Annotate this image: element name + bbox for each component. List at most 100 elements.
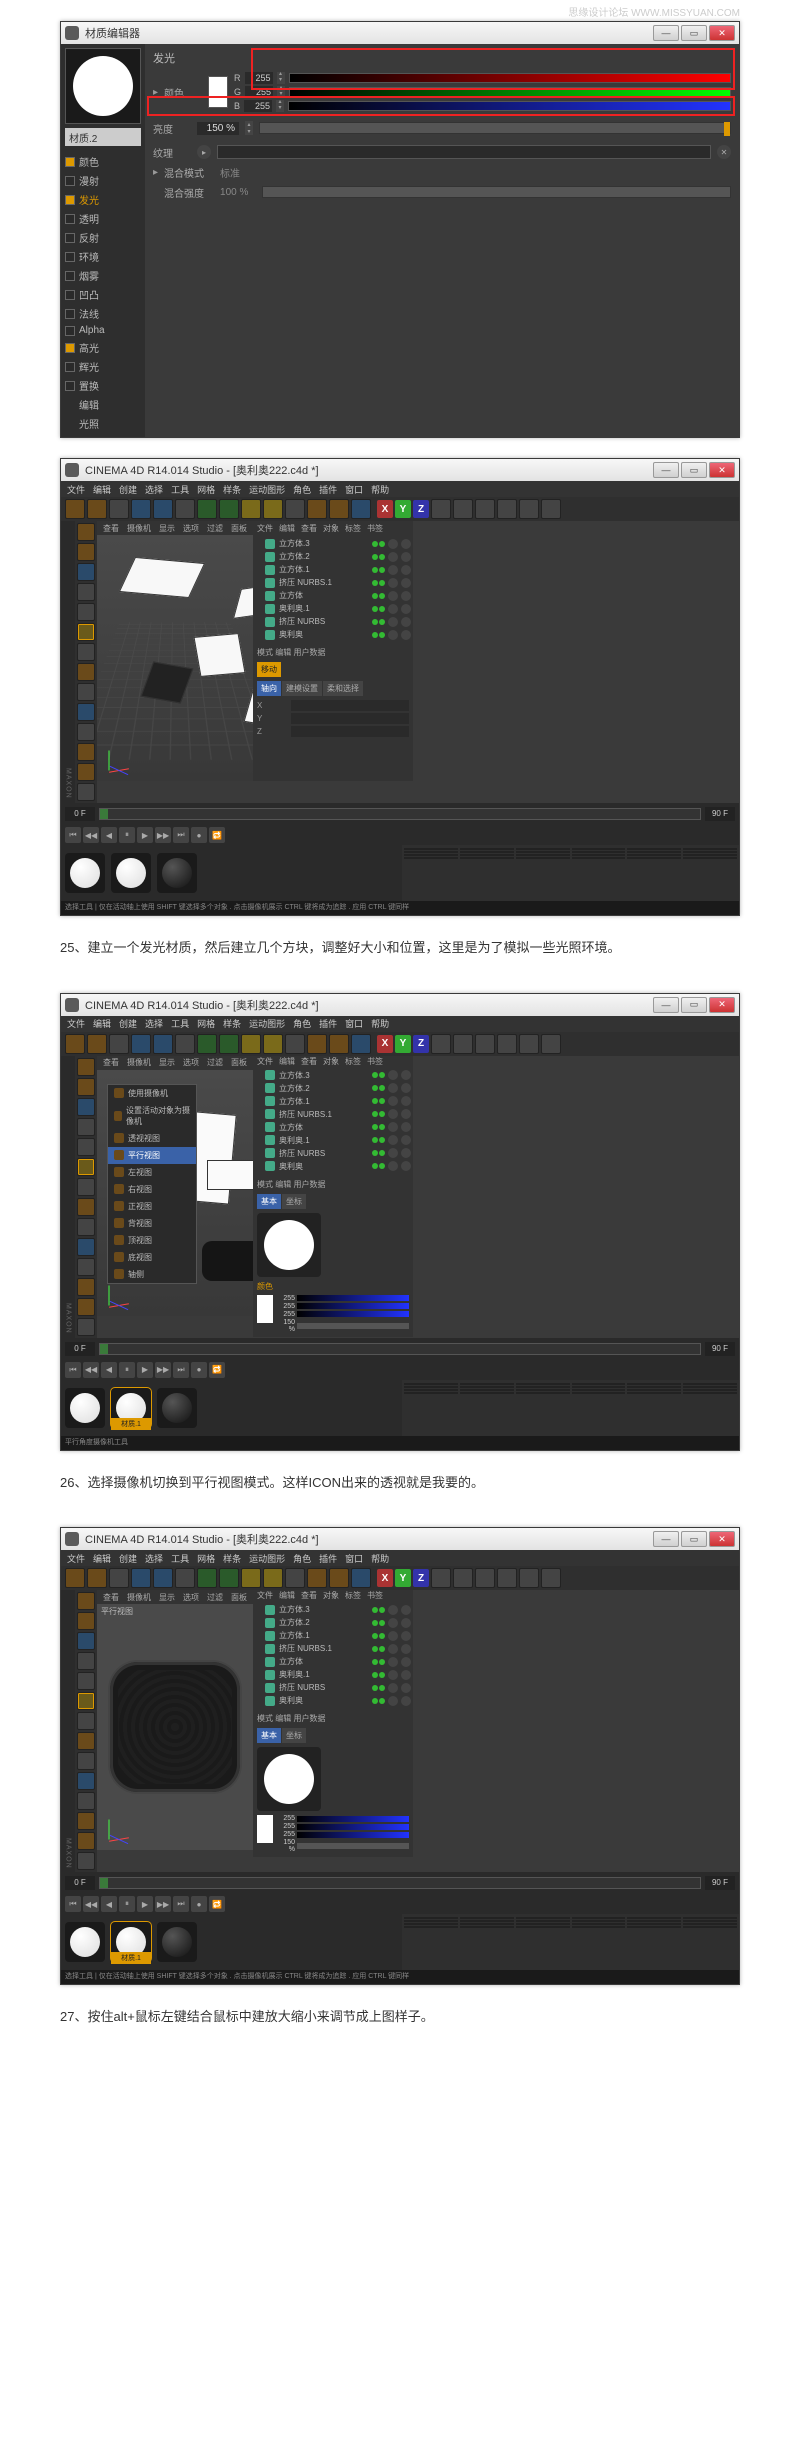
object-row[interactable]: 立方体 bbox=[255, 1121, 411, 1134]
tool-button[interactable] bbox=[77, 1238, 95, 1256]
menu-item[interactable]: 帮助 bbox=[371, 1017, 389, 1030]
tool-button[interactable] bbox=[77, 543, 95, 561]
material-slot[interactable] bbox=[157, 853, 197, 893]
tab-coord[interactable]: 坐标 bbox=[282, 1194, 306, 1209]
toolbar-button[interactable] bbox=[131, 1034, 151, 1054]
panel-menu-item[interactable]: 文件 bbox=[257, 1056, 273, 1067]
panel-menu-item[interactable]: 编辑 bbox=[279, 1056, 295, 1067]
frame-start[interactable]: 0 F bbox=[65, 1342, 95, 1356]
toolbar-button[interactable] bbox=[329, 1568, 349, 1588]
camera-menu-item[interactable]: 正视图 bbox=[108, 1198, 196, 1215]
camera-menu-item[interactable]: 平行视图 bbox=[108, 1147, 196, 1164]
minimize-button[interactable]: — bbox=[653, 25, 679, 41]
tool-button[interactable] bbox=[77, 1832, 95, 1850]
menu-item[interactable]: 文件 bbox=[67, 1552, 85, 1565]
toolbar-button[interactable] bbox=[197, 1034, 217, 1054]
play-button[interactable]: ▶ bbox=[137, 1896, 153, 1912]
g-value[interactable]: 255 bbox=[245, 86, 273, 98]
object-row[interactable]: 立方体.1 bbox=[255, 1629, 411, 1642]
toolbar-button[interactable] bbox=[65, 1568, 85, 1588]
object-row[interactable]: 立方体.2 bbox=[255, 1082, 411, 1095]
toolbar-button[interactable] bbox=[453, 499, 473, 519]
object-row[interactable]: 奥利奥.1 bbox=[255, 602, 411, 615]
g-value[interactable]: 255 bbox=[277, 1823, 295, 1830]
menu-item[interactable]: 选择 bbox=[145, 1552, 163, 1565]
object-row[interactable]: 挤压 NURBS bbox=[255, 1681, 411, 1694]
tool-button[interactable] bbox=[77, 1078, 95, 1096]
menu-item[interactable]: 网格 bbox=[197, 1017, 215, 1030]
panel-menu-item[interactable]: 书签 bbox=[367, 523, 383, 534]
menu-item[interactable]: 文件 bbox=[67, 483, 85, 496]
toolbar-button[interactable] bbox=[475, 1568, 495, 1588]
play-button[interactable]: ▶▶ bbox=[155, 827, 171, 843]
material-name-field[interactable]: 材质.2 bbox=[65, 128, 141, 146]
frame-end[interactable]: 90 F bbox=[705, 1876, 735, 1890]
play-button[interactable]: 🔁 bbox=[209, 827, 225, 843]
toolbar-button[interactable] bbox=[329, 499, 349, 519]
object-row[interactable]: 立方体.3 bbox=[255, 537, 411, 550]
tool-button[interactable] bbox=[77, 563, 95, 581]
tool-button[interactable] bbox=[77, 703, 95, 721]
right-panel[interactable]: 文件编辑查看对象标签书签 立方体.3立方体.2立方体.1挤压 NURBS.1立方… bbox=[253, 1056, 413, 1316]
toolbar-button[interactable] bbox=[497, 499, 517, 519]
toolbar-button[interactable] bbox=[351, 499, 371, 519]
play-button[interactable]: ⏮ bbox=[65, 1896, 81, 1912]
panel-menu-item[interactable]: 编辑 bbox=[279, 523, 295, 534]
tool-button[interactable] bbox=[77, 1772, 95, 1790]
menu-item[interactable]: 插件 bbox=[319, 1017, 337, 1030]
menu-item[interactable]: 选择 bbox=[145, 1017, 163, 1030]
brightness-value[interactable]: 150 % bbox=[197, 122, 239, 135]
tool-button[interactable] bbox=[77, 1672, 95, 1690]
channel-Alpha[interactable]: Alpha bbox=[65, 323, 141, 338]
viewport[interactable]: 查看摄像机显示选项过滤面板 bbox=[97, 521, 253, 781]
move-tab[interactable]: 移动 bbox=[257, 662, 281, 677]
camera-menu-item[interactable]: 左视图 bbox=[108, 1164, 196, 1181]
menu-item[interactable]: 帮助 bbox=[371, 1552, 389, 1565]
material-slot[interactable] bbox=[157, 1388, 197, 1428]
r-value[interactable]: 255 bbox=[277, 1815, 295, 1822]
viewport[interactable]: 查看摄像机显示选项过滤面板 平行视图 bbox=[97, 1590, 253, 1850]
menu-item[interactable]: 帮助 bbox=[371, 483, 389, 496]
menubar[interactable]: 文件编辑创建选择工具网格样条运动图形角色插件窗口帮助 bbox=[61, 1016, 739, 1032]
toolbar-button[interactable] bbox=[263, 499, 283, 519]
object-row[interactable]: 立方体 bbox=[255, 1655, 411, 1668]
toolbar-button[interactable] bbox=[109, 499, 129, 519]
panel-menu-item[interactable]: 书签 bbox=[367, 1590, 383, 1601]
tool-button[interactable] bbox=[77, 1318, 95, 1336]
toolbar-button[interactable] bbox=[87, 1568, 107, 1588]
r-slider[interactable] bbox=[297, 1816, 409, 1822]
play-button[interactable]: ◀◀ bbox=[83, 827, 99, 843]
tool-button[interactable] bbox=[77, 763, 95, 781]
close-button[interactable]: ✕ bbox=[709, 25, 735, 41]
channel-法线[interactable]: 法线 bbox=[65, 304, 141, 323]
camera-menu-item[interactable]: 右视图 bbox=[108, 1181, 196, 1198]
frame-end[interactable]: 90 F bbox=[705, 1342, 735, 1356]
menubar[interactable]: 文件编辑创建选择工具网格样条运动图形角色插件窗口帮助 bbox=[61, 481, 739, 497]
tab-basic[interactable]: 基本 bbox=[257, 1194, 281, 1209]
toolbar-button[interactable] bbox=[175, 1034, 195, 1054]
frame-start[interactable]: 0 F bbox=[65, 807, 95, 821]
menu-item[interactable]: 网格 bbox=[197, 483, 215, 496]
menu-item[interactable]: 工具 bbox=[171, 483, 189, 496]
object-row[interactable]: 立方体.1 bbox=[255, 1095, 411, 1108]
toolbar-button[interactable] bbox=[497, 1568, 517, 1588]
close-button[interactable]: ✕ bbox=[709, 1531, 735, 1547]
toolbar-button[interactable] bbox=[197, 499, 217, 519]
play-button[interactable]: ◀◀ bbox=[83, 1362, 99, 1378]
bright-value[interactable]: 150 % bbox=[277, 1839, 295, 1853]
vp-menu-item[interactable]: 查看 bbox=[103, 523, 119, 534]
menu-item[interactable]: 角色 bbox=[293, 483, 311, 496]
toolbar-button[interactable] bbox=[475, 499, 495, 519]
channel-烟雾[interactable]: 烟雾 bbox=[65, 266, 141, 285]
tool-button[interactable] bbox=[77, 1138, 95, 1156]
vp-menu-item[interactable]: 摄像机 bbox=[127, 1592, 151, 1603]
mixstr-value[interactable]: 100 % bbox=[220, 187, 256, 198]
b-value[interactable]: 255 bbox=[244, 100, 272, 112]
tool-button[interactable] bbox=[77, 743, 95, 761]
minimize-button[interactable]: — bbox=[653, 462, 679, 478]
material-preview[interactable] bbox=[257, 1747, 321, 1811]
bright-slider[interactable] bbox=[297, 1323, 409, 1329]
panel-menu-item[interactable]: 查看 bbox=[301, 1056, 317, 1067]
toolbar-button[interactable] bbox=[109, 1568, 129, 1588]
toolbar-button[interactable] bbox=[241, 1034, 261, 1054]
